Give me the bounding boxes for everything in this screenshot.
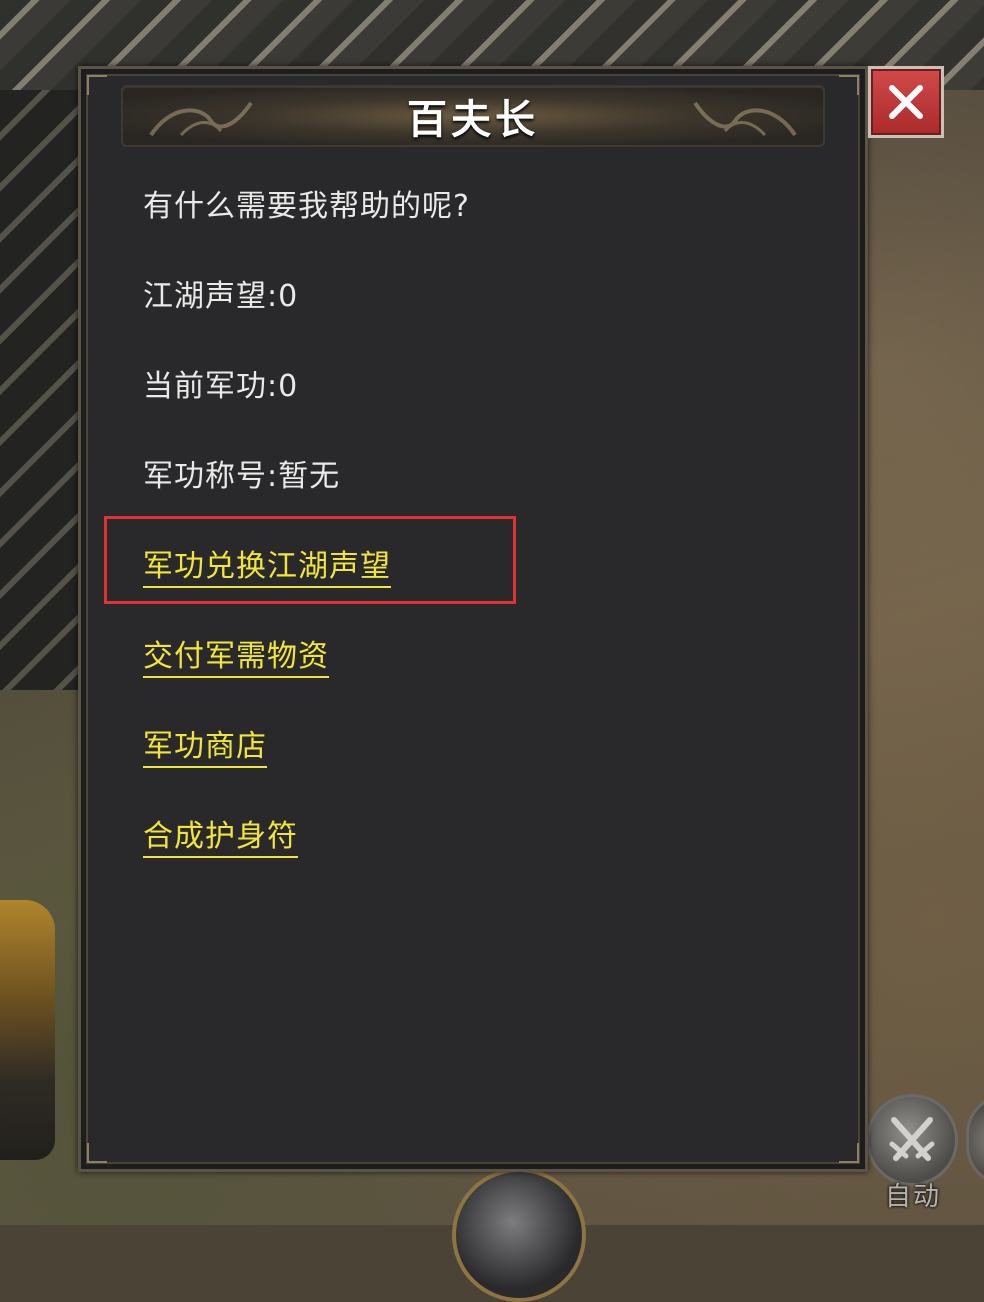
skill-orb[interactable] xyxy=(452,1168,586,1302)
close-button[interactable] xyxy=(868,66,944,138)
option-deliver-supplies[interactable]: 交付军需物资 xyxy=(143,639,329,678)
ornament-icon xyxy=(693,101,797,137)
frame-corner xyxy=(87,1143,107,1163)
dialog-title-bar: 百夫长 xyxy=(121,85,825,147)
option-craft-amulet[interactable]: 合成护身符 xyxy=(143,819,298,858)
crossed-swords-icon xyxy=(889,1117,935,1161)
stone-wall xyxy=(0,90,78,690)
greeting-text: 有什么需要我帮助的呢? xyxy=(143,189,470,224)
option-merit-shop[interactable]: 军功商店 xyxy=(143,729,267,768)
merit-stat: 当前军功:0 xyxy=(143,369,299,404)
auto-battle-label: 自动 xyxy=(884,1182,941,1212)
dialog-title: 百夫长 xyxy=(407,97,539,143)
frame-corner xyxy=(87,75,107,95)
player-character xyxy=(0,900,55,1160)
npc-dialog: 百夫长 有什么需要我帮助的呢? 江湖声望:0 当前军功:0 军功称号:暂无 军功… xyxy=(78,66,868,1172)
close-icon xyxy=(889,85,923,119)
frame-corner xyxy=(839,75,859,95)
merit-title-stat: 军功称号:暂无 xyxy=(143,459,341,494)
reputation-stat: 江湖声望:0 xyxy=(143,279,299,314)
ornament-icon xyxy=(149,101,253,137)
highlight-box xyxy=(104,516,516,604)
frame-corner xyxy=(839,1143,859,1163)
auto-battle-button[interactable] xyxy=(866,1094,958,1186)
